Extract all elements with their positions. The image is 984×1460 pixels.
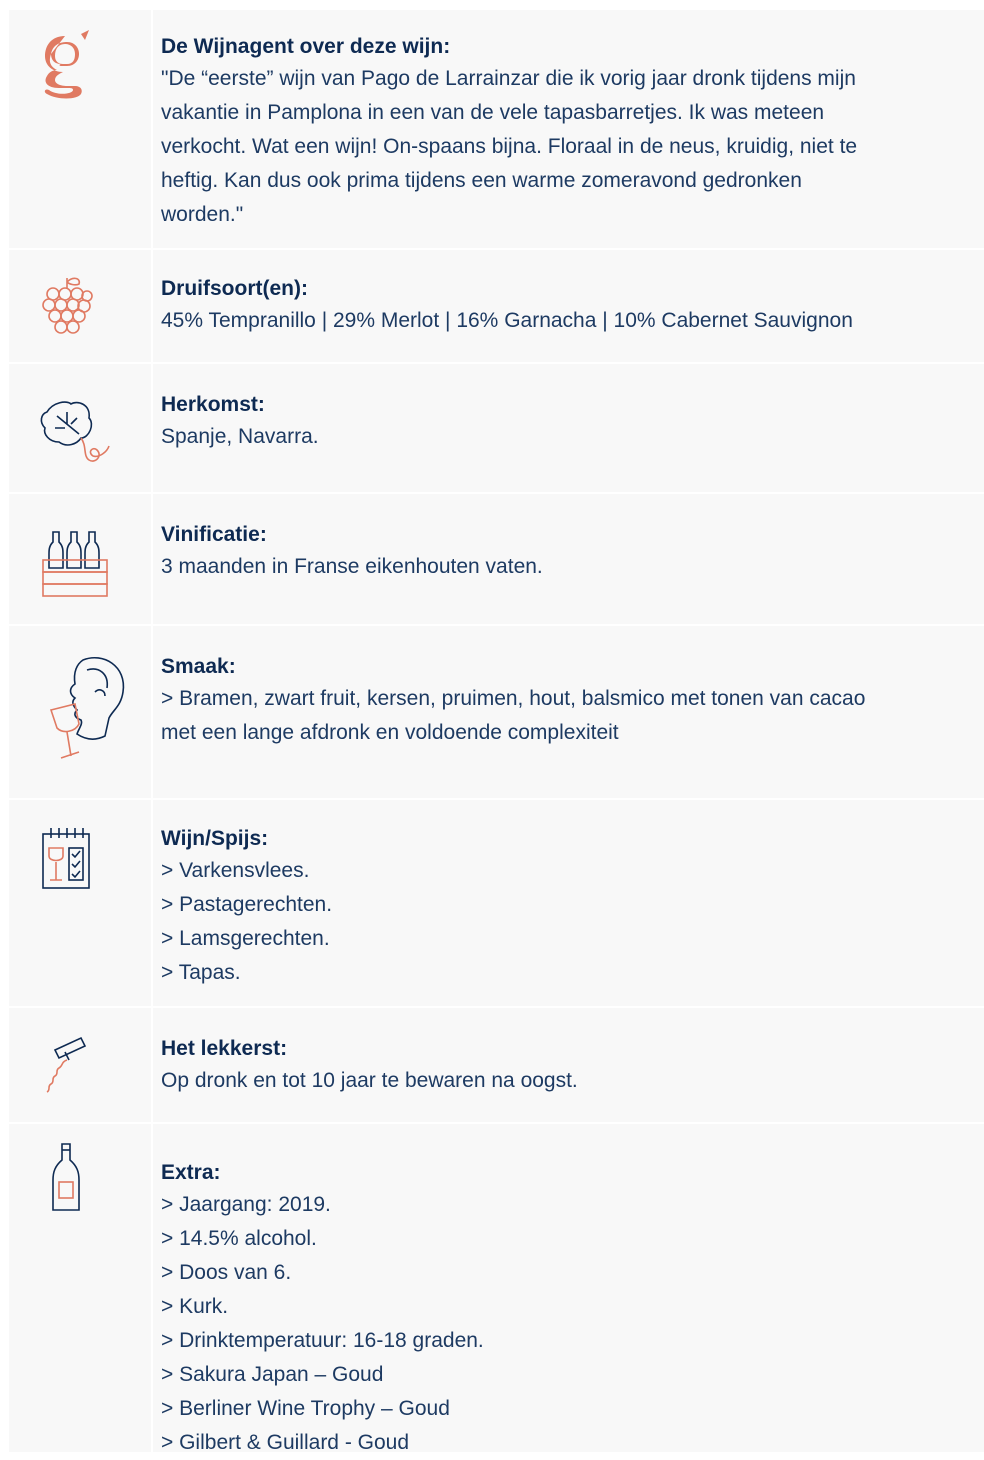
section-het-lekkerst: Het lekkerst: Op dronk en tot 10 jaar te… <box>9 1008 984 1122</box>
section-content: De Wijnagent over deze wijn: "De “eerste… <box>161 32 978 232</box>
section-content: Druifsoort(en): 45% Tempranillo | 29% Me… <box>161 274 978 338</box>
section-extra: Extra: > Jaargang: 2019. > 14.5% alcohol… <box>9 1124 984 1454</box>
section-line: > Kurk. <box>161 1295 229 1318</box>
section-line: 45% Tempranillo | 29% Merlot | 16% Garna… <box>161 309 853 332</box>
section-herkomst: Herkomst: Spanje, Navarra. <box>9 364 984 492</box>
section-content: Het lekkerst: Op dronk en tot 10 jaar te… <box>161 1034 978 1098</box>
section-title: Wijn/Spijs: <box>161 827 269 850</box>
tasting-face-icon <box>43 648 131 768</box>
section-smaak: Smaak: > Bramen, zwart fruit, kersen, pr… <box>9 626 984 798</box>
section-line: > Sakura Japan – Goud <box>161 1363 384 1386</box>
section-line: > Drinktemperatuur: 16-18 graden. <box>161 1329 484 1352</box>
section-wijn-spijs: Wijn/Spijs: > Varkensvlees. > Pastagerec… <box>9 800 984 1006</box>
section-line: heftig. Kan dus ook prima tijdens een wa… <box>161 169 802 192</box>
section-line: > 14.5% alcohol. <box>161 1227 317 1250</box>
section-line: > Bramen, zwart fruit, kersen, pruimen, … <box>161 687 866 710</box>
section-line: met een lange afdronk en voldoende compl… <box>161 721 619 744</box>
wine-bottle-icon <box>51 1142 81 1212</box>
section-line: Spanje, Navarra. <box>161 425 319 448</box>
wine-menu-icon <box>41 826 91 890</box>
section-line: > Doos van 6. <box>161 1261 292 1284</box>
corkscrew-icon <box>41 1034 91 1094</box>
section-content: Smaak: > Bramen, zwart fruit, kersen, pr… <box>161 652 978 750</box>
section-title: Herkomst: <box>161 393 265 416</box>
section-line: > Varkensvlees. <box>161 859 310 882</box>
section-title: De Wijnagent over deze wijn: <box>161 35 451 58</box>
wijnagent-g-logo-icon <box>37 30 93 100</box>
section-content: Vinificatie: 3 maanden in Franse eikenho… <box>161 520 978 584</box>
section-line: > Gilbert & Guillard - Goud <box>161 1431 410 1454</box>
section-wijnagent: De Wijnagent over deze wijn: "De “eerste… <box>9 10 984 248</box>
section-vinificatie: Vinificatie: 3 maanden in Franse eikenho… <box>9 494 984 624</box>
section-title: Extra: <box>161 1161 221 1184</box>
section-content: Herkomst: Spanje, Navarra. <box>161 390 978 454</box>
section-line: worden." <box>161 203 244 226</box>
section-line: > Berliner Wine Trophy – Goud <box>161 1397 450 1420</box>
section-content: Extra: > Jaargang: 2019. > 14.5% alcohol… <box>161 1158 978 1460</box>
section-line: vakantie in Pamplona in een van de vele … <box>161 101 825 124</box>
grapes-icon <box>39 274 95 338</box>
section-line: > Tapas. <box>161 961 241 984</box>
section-druifsoort: Druifsoort(en): 45% Tempranillo | 29% Me… <box>9 250 984 362</box>
section-line: > Pastagerechten. <box>161 893 333 916</box>
wine-details-sheet: De Wijnagent over deze wijn: "De “eerste… <box>9 10 984 1454</box>
section-line: Op dronk en tot 10 jaar te bewaren na oo… <box>161 1069 578 1092</box>
section-title: Vinificatie: <box>161 523 267 546</box>
section-line: > Lamsgerechten. <box>161 927 330 950</box>
section-title: Druifsoort(en): <box>161 277 308 300</box>
section-line: "De “eerste” wijn van Pago de Larrainzar… <box>161 67 856 90</box>
vine-leaf-icon <box>37 394 113 464</box>
section-line: verkocht. Wat een wijn! On-spaans bijna.… <box>161 135 858 158</box>
section-title: Smaak: <box>161 655 236 678</box>
section-line: > Jaargang: 2019. <box>161 1193 331 1216</box>
section-title: Het lekkerst: <box>161 1037 288 1060</box>
wine-crate-icon <box>41 528 109 598</box>
section-content: Wijn/Spijs: > Varkensvlees. > Pastagerec… <box>161 824 978 990</box>
section-line: 3 maanden in Franse eikenhouten vaten. <box>161 555 543 578</box>
